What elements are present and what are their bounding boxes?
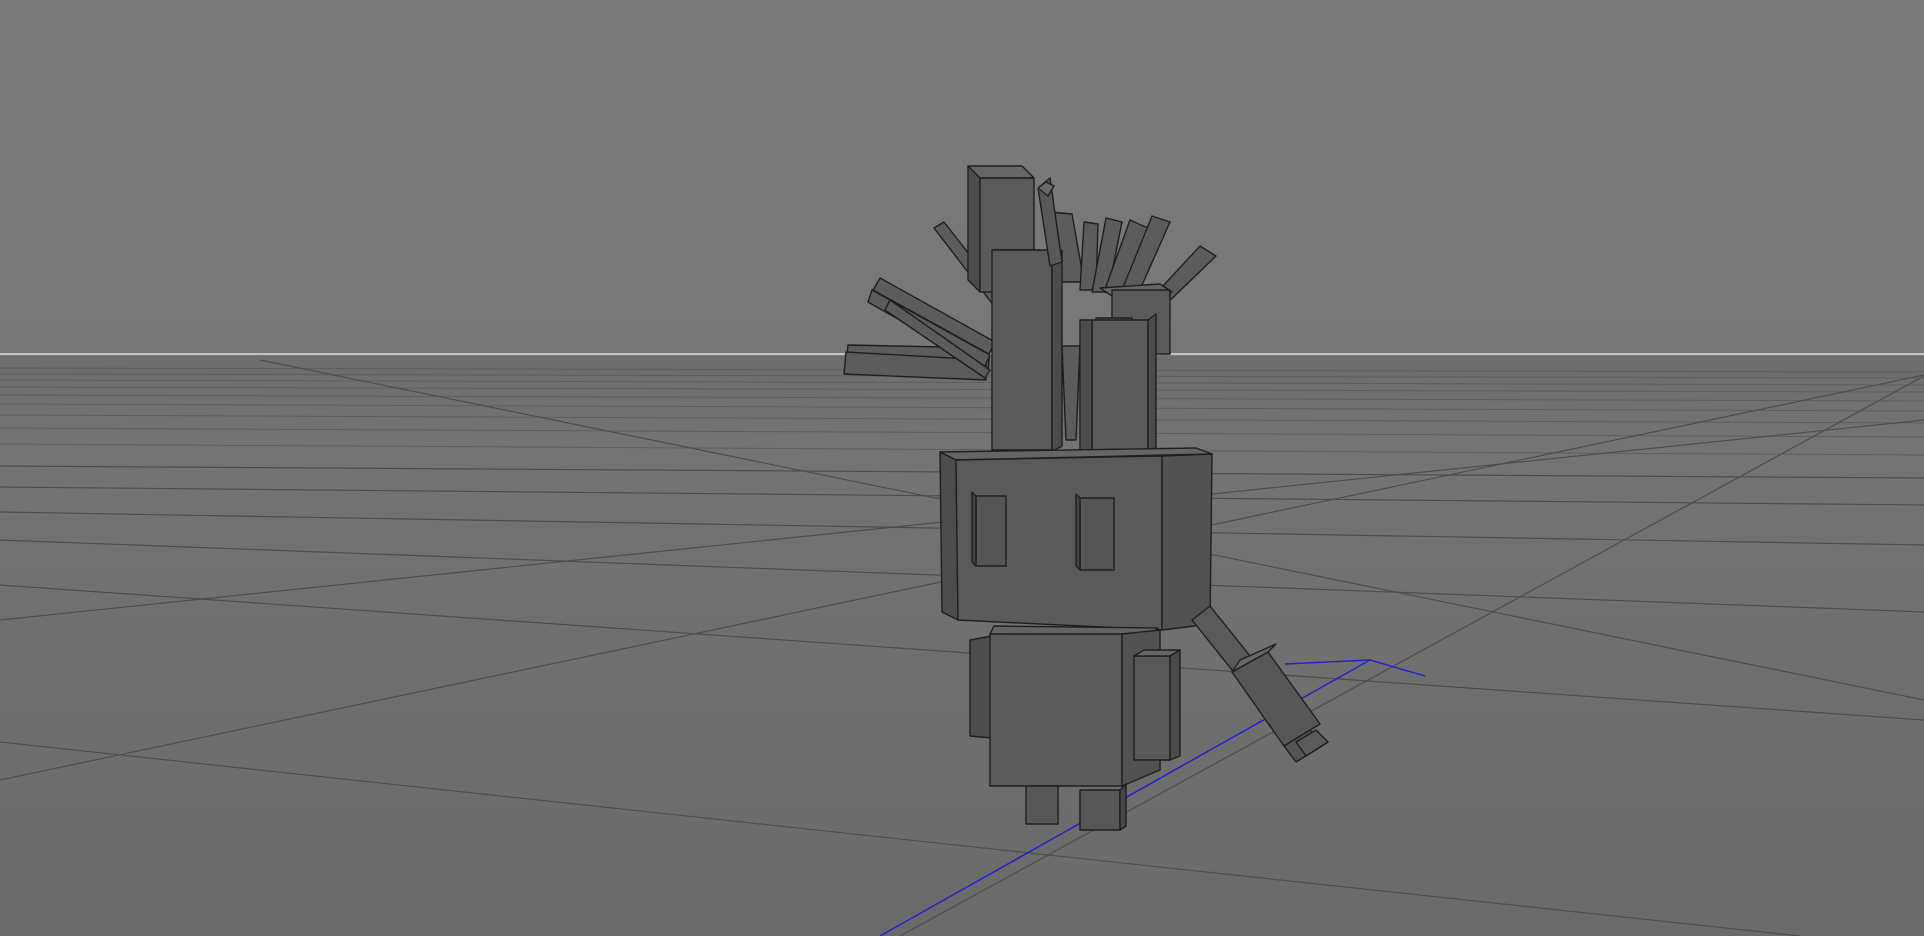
right-foot — [1079, 789, 1121, 831]
3d-viewport[interactable] — [0, 0, 1924, 936]
right-eye — [1079, 497, 1115, 571]
head — [939, 447, 1213, 631]
viewport-floor — [0, 356, 1924, 936]
left-foot — [1025, 785, 1059, 825]
left-eye — [975, 495, 1007, 567]
viewport-sky — [0, 0, 1924, 356]
